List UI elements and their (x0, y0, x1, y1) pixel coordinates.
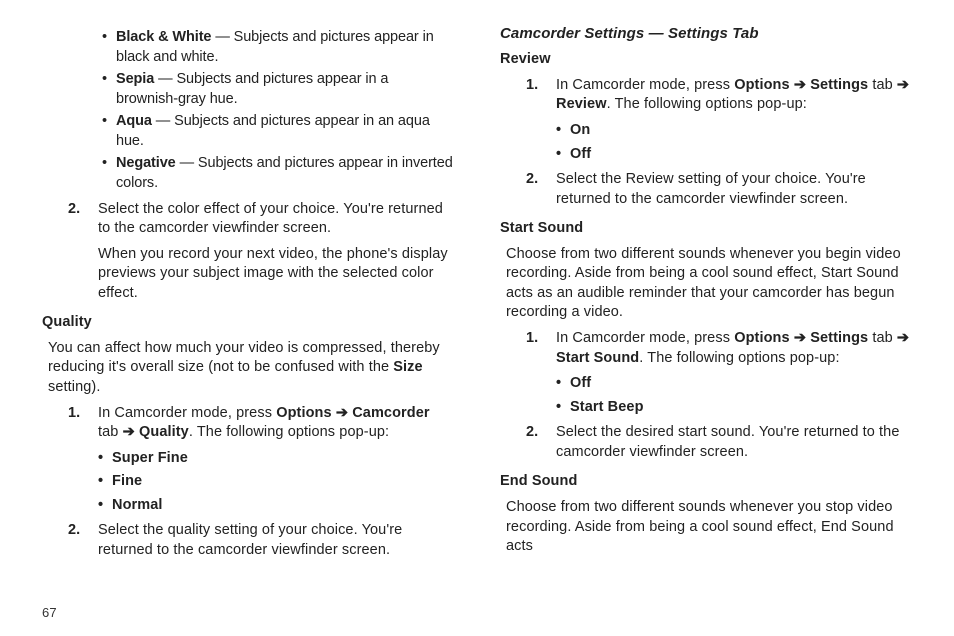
color-effects-list: Black & White — Subjects and pictures ap… (98, 28, 454, 194)
list-item: Super Fine (98, 449, 454, 469)
list-item: Off (556, 374, 912, 394)
step-item: 1. In Camcorder mode, press Options ➔ Ca… (68, 404, 454, 516)
list-item: Negative — Subjects and pictures appear … (98, 154, 454, 193)
list-item: Normal (98, 496, 454, 516)
quality-heading: Quality (42, 313, 454, 333)
page-columns: Black & White — Subjects and pictures ap… (42, 24, 912, 567)
right-column: Camcorder Settings — Settings Tab Review… (500, 24, 912, 567)
review-heading: Review (500, 50, 912, 70)
list-item: Aqua — Subjects and pictures appear in a… (98, 112, 454, 151)
start-sound-heading: Start Sound (500, 219, 912, 239)
step-item: 2. Select the color effect of your choic… (68, 200, 454, 304)
arrow-icon: ➔ (897, 330, 909, 346)
review-options: On Off (556, 121, 912, 164)
start-sound-options: Off Start Beep (556, 374, 912, 417)
arrow-icon: ➔ (336, 405, 348, 421)
quality-options: Super Fine Fine Normal (98, 449, 454, 516)
left-column: Black & White — Subjects and pictures ap… (42, 24, 454, 567)
arrow-icon: ➔ (794, 330, 806, 346)
list-item: On (556, 121, 912, 141)
arrow-icon: ➔ (123, 424, 135, 440)
step-text: Select the color effect of your choice. … (98, 200, 454, 239)
arrow-icon: ➔ (794, 77, 806, 93)
list-item: Off (556, 145, 912, 165)
start-sound-steps: 1. In Camcorder mode, press Options ➔ Se… (526, 329, 912, 462)
end-sound-heading: End Sound (500, 472, 912, 492)
section-heading: Camcorder Settings — Settings Tab (500, 24, 912, 44)
step-item: 1. In Camcorder mode, press Options ➔ Se… (526, 76, 912, 164)
quality-intro: You can affect how much your video is co… (48, 339, 454, 398)
color-effects-steps: 2. Select the color effect of your choic… (68, 200, 454, 304)
page-number: 67 (42, 604, 57, 622)
list-item: Start Beep (556, 398, 912, 418)
list-item: Black & White — Subjects and pictures ap… (98, 28, 454, 67)
step-item: 1. In Camcorder mode, press Options ➔ Se… (526, 329, 912, 417)
list-item: Sepia — Subjects and pictures appear in … (98, 70, 454, 109)
list-item: Fine (98, 472, 454, 492)
step-item: 2. Select the quality setting of your ch… (68, 521, 454, 560)
start-sound-intro: Choose from two different sounds wheneve… (506, 245, 912, 323)
step-text: When you record your next video, the pho… (98, 245, 454, 304)
quality-steps: 1. In Camcorder mode, press Options ➔ Ca… (68, 404, 454, 561)
review-steps: 1. In Camcorder mode, press Options ➔ Se… (526, 76, 912, 209)
step-item: 2. Select the Review setting of your cho… (526, 170, 912, 209)
step-item: 2. Select the desired start sound. You'r… (526, 423, 912, 462)
arrow-icon: ➔ (897, 77, 909, 93)
end-sound-intro: Choose from two different sounds wheneve… (506, 498, 912, 557)
